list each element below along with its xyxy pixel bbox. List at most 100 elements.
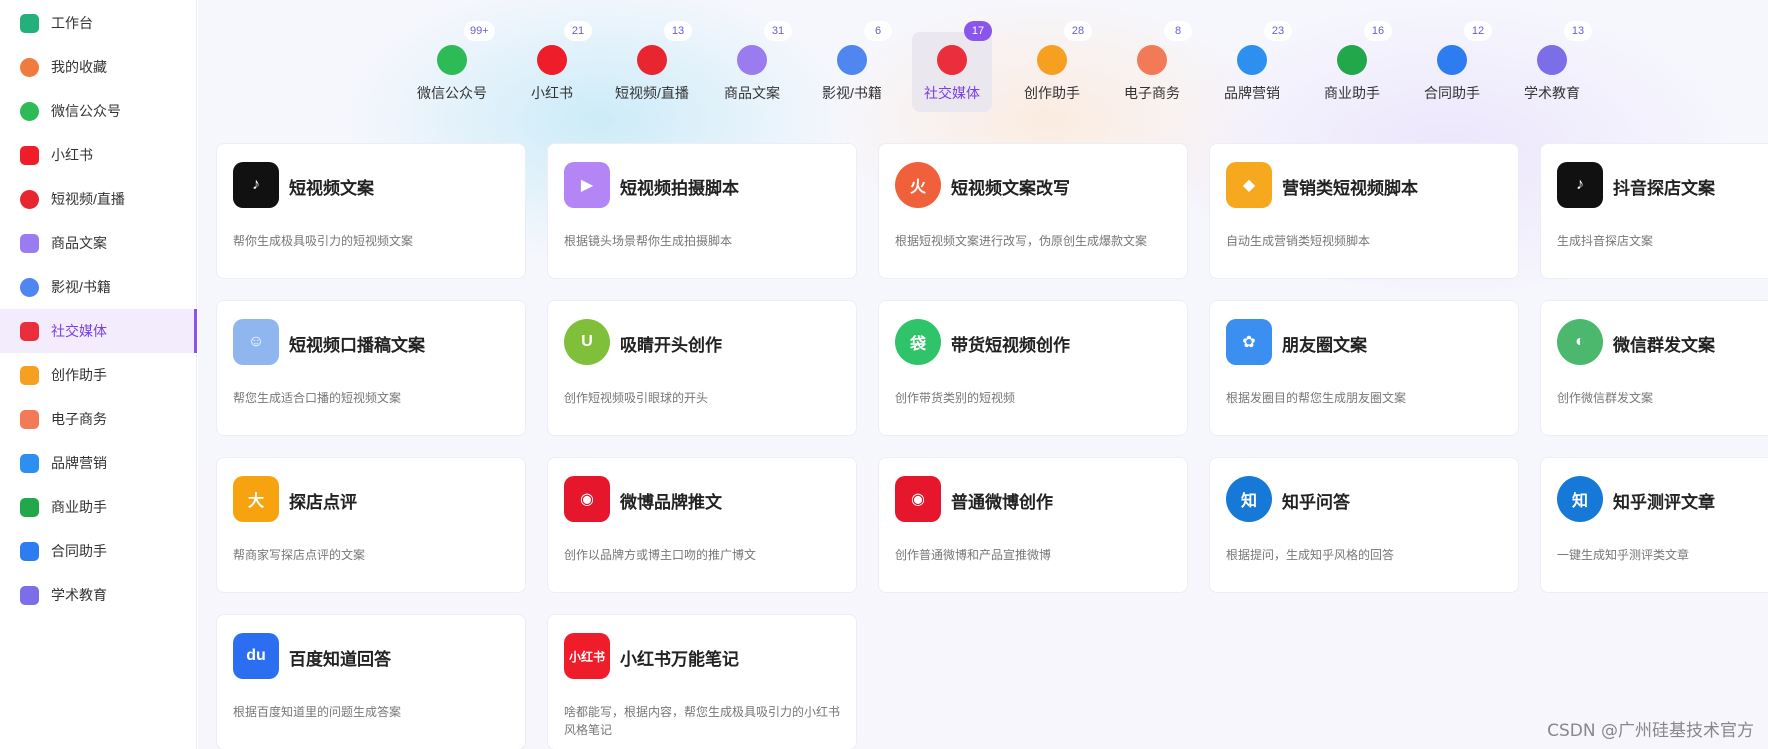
sidebar-item-label: 合同助手 xyxy=(51,543,107,559)
sidebar-item-8[interactable]: 社交媒体 xyxy=(0,309,197,353)
tool-card[interactable]: 知知乎测评文章 一键生成知乎测评类文章 xyxy=(1540,457,1768,593)
sidebar-item-11[interactable]: 品牌营销 xyxy=(0,441,197,485)
sidebar-item-label: 品牌营销 xyxy=(51,455,107,471)
card-title: 带货短视频创作 xyxy=(951,336,1070,355)
tool-card[interactable]: ◉ 微博品牌推文 创作以品牌方或博主口吻的推广博文 xyxy=(547,457,857,593)
sidebar-item-10[interactable]: 电子商务 xyxy=(0,397,197,441)
sidebar-item-label: 电子商务 xyxy=(51,411,107,427)
tool-card[interactable]: U 吸睛开头创作 创作短视频吸引眼球的开头 xyxy=(547,300,857,436)
card-title: 抖音探店文案 xyxy=(1613,179,1715,198)
card-description: 创作短视频吸引眼球的开头 xyxy=(564,391,709,405)
sidebar-item-7[interactable]: 影视/书籍 xyxy=(0,265,197,309)
category-tab-4[interactable]: 31 商品文案 xyxy=(712,21,792,112)
count-badge: 28 xyxy=(1064,21,1092,41)
shop-icon xyxy=(20,409,39,429)
category-tab-11[interactable]: 12 合同助手 xyxy=(1412,21,1492,112)
weibo-icon: ◉ xyxy=(564,476,610,522)
category-tab-8[interactable]: 8 电子商务 xyxy=(1112,21,1192,112)
goods-icon xyxy=(20,233,39,253)
sidebar-item-label: 小红书 xyxy=(51,147,93,163)
sidebar-item-13[interactable]: 合同助手 xyxy=(0,529,197,573)
card-description: 生成抖音探店文案 xyxy=(1557,234,1654,248)
card-description: 啥都能写，根据内容，帮您生成极具吸引力的小红书风格笔记 xyxy=(564,705,841,737)
goods-icon xyxy=(737,45,767,75)
dashboard-icon xyxy=(20,13,39,33)
tool-card[interactable]: 袋带货短视频创作 创作带货类别的短视频 xyxy=(878,300,1188,436)
card-description: 自动生成营销类短视频脚本 xyxy=(1226,234,1371,248)
sidebar-item-1[interactable]: 工作台 xyxy=(0,1,197,45)
sidebar-item-5[interactable]: 短视频/直播 xyxy=(0,177,197,221)
contract-icon xyxy=(1437,45,1467,75)
contract-icon xyxy=(20,541,39,561)
sidebar-item-label: 工作台 xyxy=(51,15,93,31)
tool-card[interactable]: ▶ 短视频拍摄脚本 根据镜头场景帮你生成拍摄脚本 xyxy=(547,143,857,279)
tool-card[interactable]: 知知乎问答 根据提问，生成知乎风格的回答 xyxy=(1209,457,1519,593)
tiktok-icon: ♪ xyxy=(233,162,279,208)
main-content: 99+ 微信公众号 21 小红书 13 短视频/直播 31 商品文案 6 影视/书籍 17 社交媒体 2… xyxy=(198,0,1768,749)
sidebar-item-label: 影视/书籍 xyxy=(51,279,111,295)
category-tab-5[interactable]: 6 影视/书籍 xyxy=(812,21,892,112)
count-badge: 31 xyxy=(764,21,792,41)
video-icon xyxy=(637,45,667,75)
sidebar-item-label: 学术教育 xyxy=(51,587,107,603)
category-tab-6[interactable]: 17 社交媒体 xyxy=(912,21,992,112)
tool-card[interactable]: 小红书 小红书万能笔记 啥都能写，根据内容，帮您生成极具吸引力的小红书风格笔记 xyxy=(547,614,857,749)
tool-card[interactable]: 大探店点评 帮商家写探店点评的文案 xyxy=(216,457,526,593)
count-badge: 13 xyxy=(664,21,692,41)
card-title: 短视频文案 xyxy=(289,179,374,198)
cube-icon xyxy=(20,321,39,341)
sidebar-item-14[interactable]: 学术教育 xyxy=(0,573,197,617)
sidebar-item-4[interactable]: 小红书 xyxy=(0,133,197,177)
sidebar-item-2[interactable]: 我的收藏 xyxy=(0,45,197,89)
card-description: 帮您生成适合口播的短视频文案 xyxy=(233,391,402,405)
tool-card[interactable]: ◆ 营销类短视频脚本 自动生成营销类短视频脚本 xyxy=(1209,143,1519,279)
sidebar-item-label: 商业助手 xyxy=(51,499,107,515)
pen-doc-icon xyxy=(1037,45,1067,75)
tool-card[interactable]: ♪ 短视频文案 帮你生成极具吸引力的短视频文案 xyxy=(216,143,526,279)
card-title: 微信群发文案 xyxy=(1613,336,1715,355)
sidebar-item-12[interactable]: 商业助手 xyxy=(0,485,197,529)
count-badge: 13 xyxy=(1564,21,1592,41)
count-badge: 99+ xyxy=(464,21,495,41)
card-description: 根据镜头场景帮你生成拍摄脚本 xyxy=(564,234,733,248)
tool-card[interactable]: ☺ 短视频口播稿文案 帮您生成适合口播的短视频文案 xyxy=(216,300,526,436)
bar-chart-icon xyxy=(1337,45,1367,75)
xiaohongshu-icon: 小红书 xyxy=(564,633,610,679)
tool-card[interactable]: ✿ 朋友圈文案 根据发圈目的帮您生成朋友圈文案 xyxy=(1209,300,1519,436)
card-title: 短视频文案改写 xyxy=(951,179,1070,198)
card-description: 创作以品牌方或博主口吻的推广博文 xyxy=(564,548,757,562)
sidebar-item-3[interactable]: 微信公众号 xyxy=(0,89,197,133)
tool-card[interactable]: ◐ 微信群发文案 创作微信群发文案 xyxy=(1540,300,1768,436)
card-description: 帮商家写探店点评的文案 xyxy=(233,548,366,562)
card-title: 知乎测评文章 xyxy=(1613,493,1715,512)
tool-card[interactable]: ◉ 普通微博创作 创作普通微博和产品宣推微博 xyxy=(878,457,1188,593)
zhihu-icon: 知 xyxy=(1557,476,1603,522)
card-title: 短视频口播稿文案 xyxy=(289,336,425,355)
pen-doc-icon xyxy=(20,365,39,385)
category-tab-10[interactable]: 16 商业助手 xyxy=(1312,21,1392,112)
count-badge: 12 xyxy=(1464,21,1492,41)
sidebar: 工作台我的收藏 微信公众号小红书短视频/直播 商品文案影视/书籍社交媒体创作助手电子… xyxy=(0,0,197,749)
wechat-icon xyxy=(437,45,467,75)
card-description: 根据发圈目的帮您生成朋友圈文案 xyxy=(1226,391,1407,405)
card-title: 探店点评 xyxy=(289,493,357,512)
category-tab-3[interactable]: 13 短视频/直播 xyxy=(612,21,692,112)
graduation-cap-icon xyxy=(20,585,39,605)
category-tab-2[interactable]: 21 小红书 xyxy=(512,21,592,112)
card-title: 普通微博创作 xyxy=(951,493,1053,512)
sidebar-item-9[interactable]: 创作助手 xyxy=(0,353,197,397)
category-tab-12[interactable]: 13 学术教育 xyxy=(1512,21,1592,112)
count-badge: 8 xyxy=(1164,21,1192,41)
count-badge: 16 xyxy=(1364,21,1392,41)
users-icon xyxy=(20,453,39,473)
sidebar-item-label: 社交媒体 xyxy=(51,323,107,339)
tool-card[interactable]: ♪ 抖音探店文案 生成抖音探店文案 xyxy=(1540,143,1768,279)
category-tab-7[interactable]: 28 创作助手 xyxy=(1012,21,1092,112)
zhihu-icon: 知 xyxy=(1226,476,1272,522)
tool-card[interactable]: du 百度知道回答 根据百度知道里的问题生成答案 xyxy=(216,614,526,749)
sidebar-item-6[interactable]: 商品文案 xyxy=(0,221,197,265)
category-tab-9[interactable]: 23 品牌营销 xyxy=(1212,21,1292,112)
category-tab-1[interactable]: 99+ 微信公众号 xyxy=(412,21,495,112)
tool-card[interactable]: 火短视频文案改写 根据短视频文案进行改写，伪原创生成爆款文案 xyxy=(878,143,1188,279)
card-description: 根据短视频文案进行改写，伪原创生成爆款文案 xyxy=(895,234,1148,248)
